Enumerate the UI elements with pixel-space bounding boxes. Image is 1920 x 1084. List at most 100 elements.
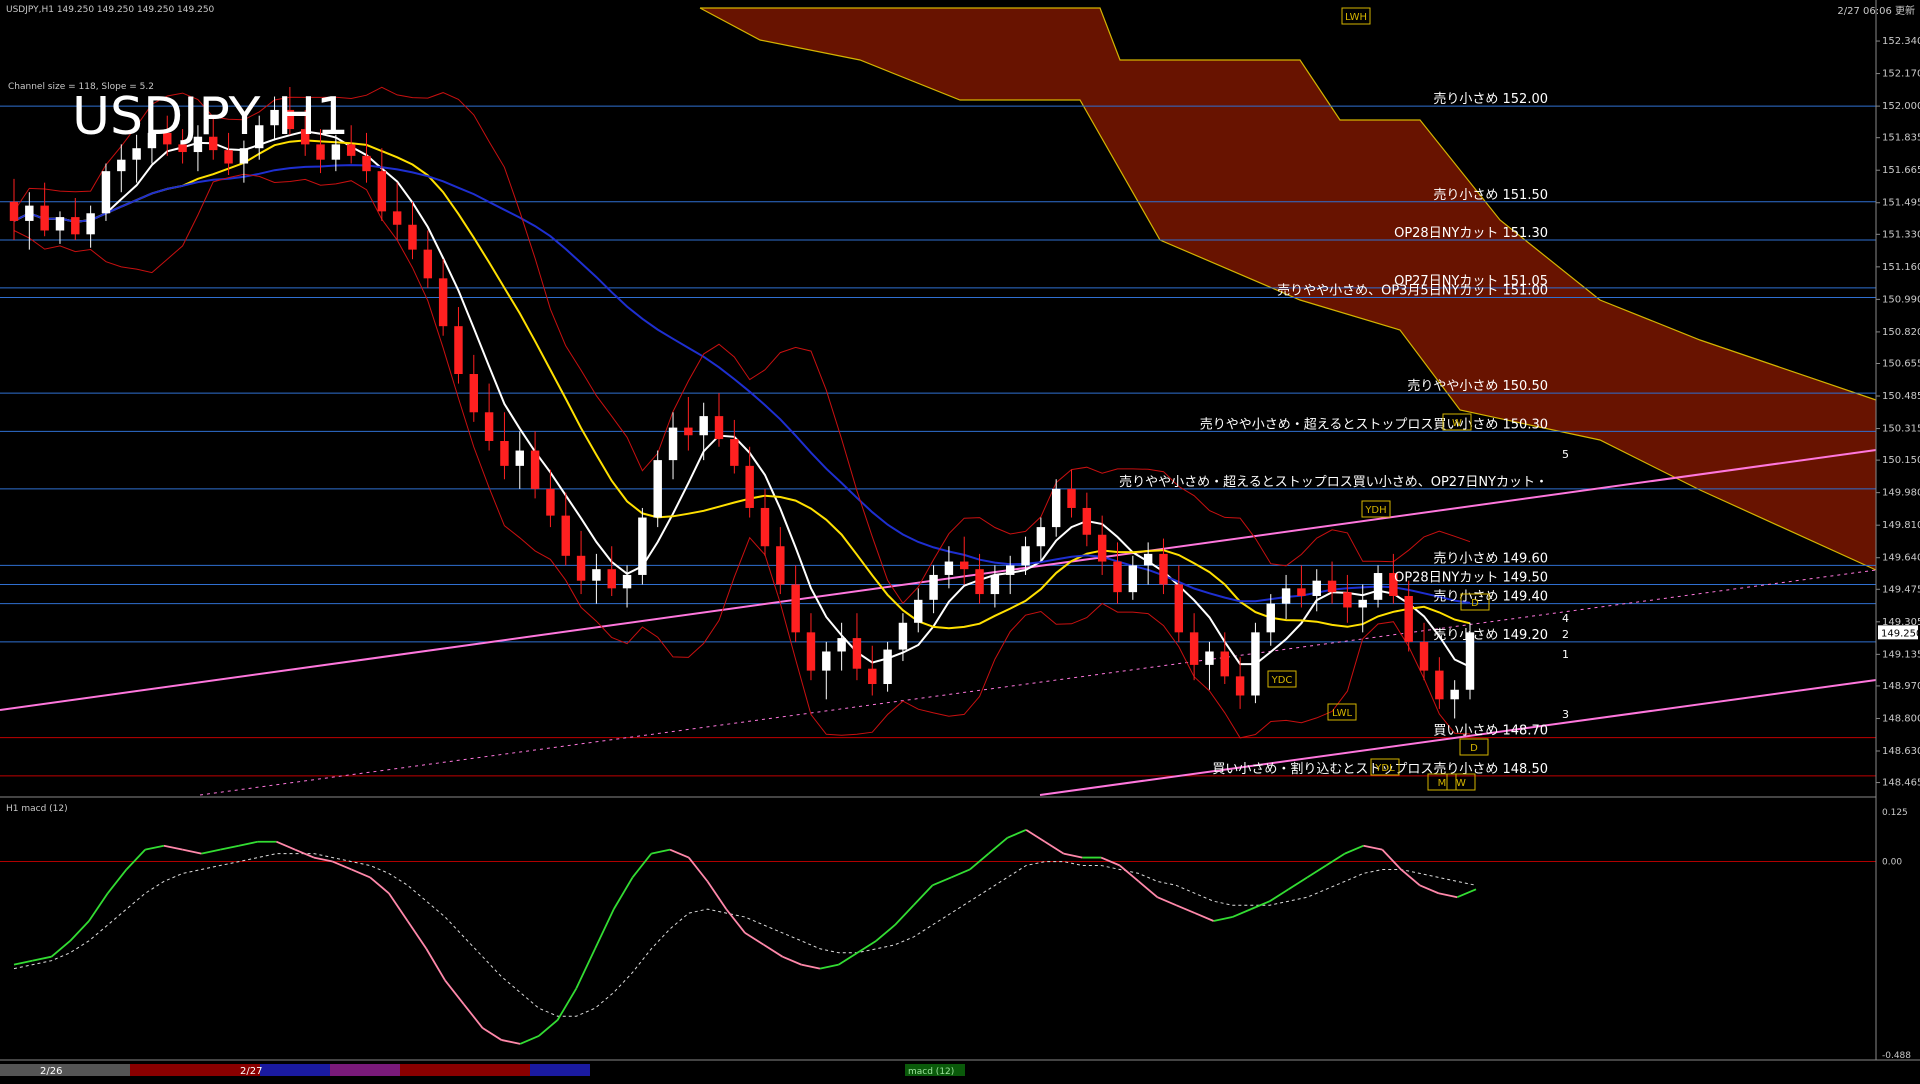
- candle-body: [975, 569, 984, 595]
- candle-body: [1251, 632, 1260, 696]
- level-label: 買い小さめ 148.70: [1433, 724, 1548, 739]
- candle-body: [40, 205, 49, 231]
- candle-body: [1419, 641, 1429, 671]
- axis-tick-label: 151.160: [1882, 262, 1920, 273]
- candle-body: [1036, 527, 1046, 547]
- candle-body: [500, 440, 509, 466]
- candle-body: [515, 450, 524, 466]
- candle-body: [224, 150, 233, 164]
- candle-body: [1082, 507, 1092, 535]
- marker-label: LWH: [1345, 12, 1367, 23]
- candle-body: [1143, 553, 1153, 566]
- candle-body: [668, 427, 678, 461]
- marker-label: W: [1456, 778, 1466, 789]
- axis-tick-label: 149.810: [1882, 520, 1920, 531]
- candle-body: [1297, 588, 1306, 596]
- axis-tick-label: 151.330: [1882, 229, 1920, 240]
- indicator-tag: macd (12): [908, 1067, 954, 1077]
- axis-tick-label: 152.170: [1882, 69, 1920, 80]
- marker-label: W: [1452, 418, 1462, 429]
- candle-body: [914, 599, 923, 623]
- axis-tick-label: 149.475: [1882, 584, 1920, 595]
- candle-body: [883, 649, 892, 685]
- candle-body: [362, 155, 371, 172]
- candle-body: [822, 651, 831, 671]
- candle-body: [392, 211, 402, 225]
- candle-body: [239, 148, 249, 164]
- date-label-226: 2/26: [40, 1066, 62, 1077]
- candle-body: [1266, 603, 1275, 633]
- level-label: 売り小さめ 149.40: [1433, 589, 1548, 605]
- candle-body: [25, 205, 34, 221]
- candle-body: [1021, 546, 1030, 566]
- candle-body: [699, 416, 708, 436]
- candle-body: [423, 249, 433, 279]
- candle-body: [806, 632, 816, 671]
- level-label: 売り小さめ 151.50: [1433, 187, 1548, 203]
- candle-body: [1159, 553, 1168, 585]
- candle-body: [1220, 651, 1229, 677]
- candle-body: [1067, 488, 1076, 508]
- level-label: 売りやや小さめ・超えるとストップロス買い小さめ、OP27日NYカット・: [1119, 474, 1548, 490]
- candle-body: [852, 638, 862, 669]
- candle-body: [101, 171, 111, 214]
- candle-body: [622, 574, 632, 589]
- candle-body: [1373, 573, 1383, 600]
- level-label: 売りやや小さめ 150.50: [1407, 378, 1548, 394]
- candle-body: [117, 159, 126, 172]
- macd-tick-label: 0.00: [1882, 858, 1902, 868]
- projection-label: 5: [1562, 448, 1569, 461]
- candle-body: [653, 460, 662, 518]
- candle-body: [71, 217, 80, 235]
- candle-body: [1281, 588, 1291, 604]
- level-label: 売り小さめ 152.00: [1433, 91, 1548, 107]
- candle-body: [714, 416, 724, 440]
- candle-body: [791, 584, 800, 633]
- candle-body: [592, 569, 601, 581]
- level-label: 売りやや小さめ・超えるとストップロス買い小さめ 150.30: [1200, 416, 1548, 432]
- candle-body: [55, 217, 65, 231]
- level-label: OP28日NYカット 149.50: [1394, 571, 1548, 586]
- axis-tick-label: 150.655: [1882, 358, 1920, 369]
- axis-tick-label: 151.665: [1882, 165, 1920, 176]
- chart-background: [0, 0, 1920, 1080]
- axis-tick-label: 148.630: [1882, 746, 1920, 757]
- candle-body: [454, 326, 463, 375]
- axis-tick-label: 150.485: [1882, 391, 1920, 402]
- price-chart[interactable]: 売り小さめ 152.00 売り小さめ 151.50 OP28日NYカット 151.3…: [0, 0, 1920, 1080]
- candle-body: [1174, 584, 1184, 633]
- axis-tick-label: 152.340: [1882, 36, 1920, 47]
- axis-tick-label: 149.640: [1882, 553, 1920, 564]
- big-title: USDJPY H1: [72, 87, 349, 147]
- marker-label: YDH: [1364, 505, 1386, 516]
- axis-tick-label: 148.970: [1882, 681, 1920, 692]
- candle-body: [530, 450, 540, 489]
- candle-body: [408, 224, 417, 250]
- symbol-info: USDJPY,H1 149.250 149.250 149.250 149.25…: [6, 5, 215, 15]
- candle-body: [576, 555, 586, 581]
- candle-body: [438, 278, 448, 327]
- candle-body: [960, 561, 969, 570]
- candle-body: [484, 412, 494, 441]
- marker-label: D: [1471, 598, 1479, 609]
- candle-body: [86, 213, 95, 235]
- candle-body: [561, 515, 570, 556]
- axis-tick-label: 148.800: [1882, 713, 1920, 724]
- candle-body: [1404, 595, 1413, 642]
- macd-title: H1 macd (12): [6, 804, 68, 814]
- candle-body: [1312, 580, 1321, 596]
- axis-tick-label: 151.835: [1882, 133, 1920, 144]
- candle-body: [1450, 689, 1459, 700]
- candle-body: [990, 574, 1000, 595]
- candle-body: [1235, 676, 1245, 696]
- candle-body: [546, 488, 555, 516]
- candle-body: [745, 465, 754, 508]
- candle-body: [1005, 565, 1015, 575]
- candle-body: [1205, 651, 1214, 665]
- candle-body: [638, 517, 647, 575]
- candle-body: [377, 171, 387, 212]
- chart-window[interactable]: 売り小さめ 152.00 売り小さめ 151.50 OP28日NYカット 151.3…: [0, 0, 1920, 1080]
- level-label: 売りやや小さめ、OP3月5日NYカット 151.00: [1277, 282, 1548, 298]
- candle-body: [730, 439, 739, 466]
- candle-body: [929, 574, 938, 600]
